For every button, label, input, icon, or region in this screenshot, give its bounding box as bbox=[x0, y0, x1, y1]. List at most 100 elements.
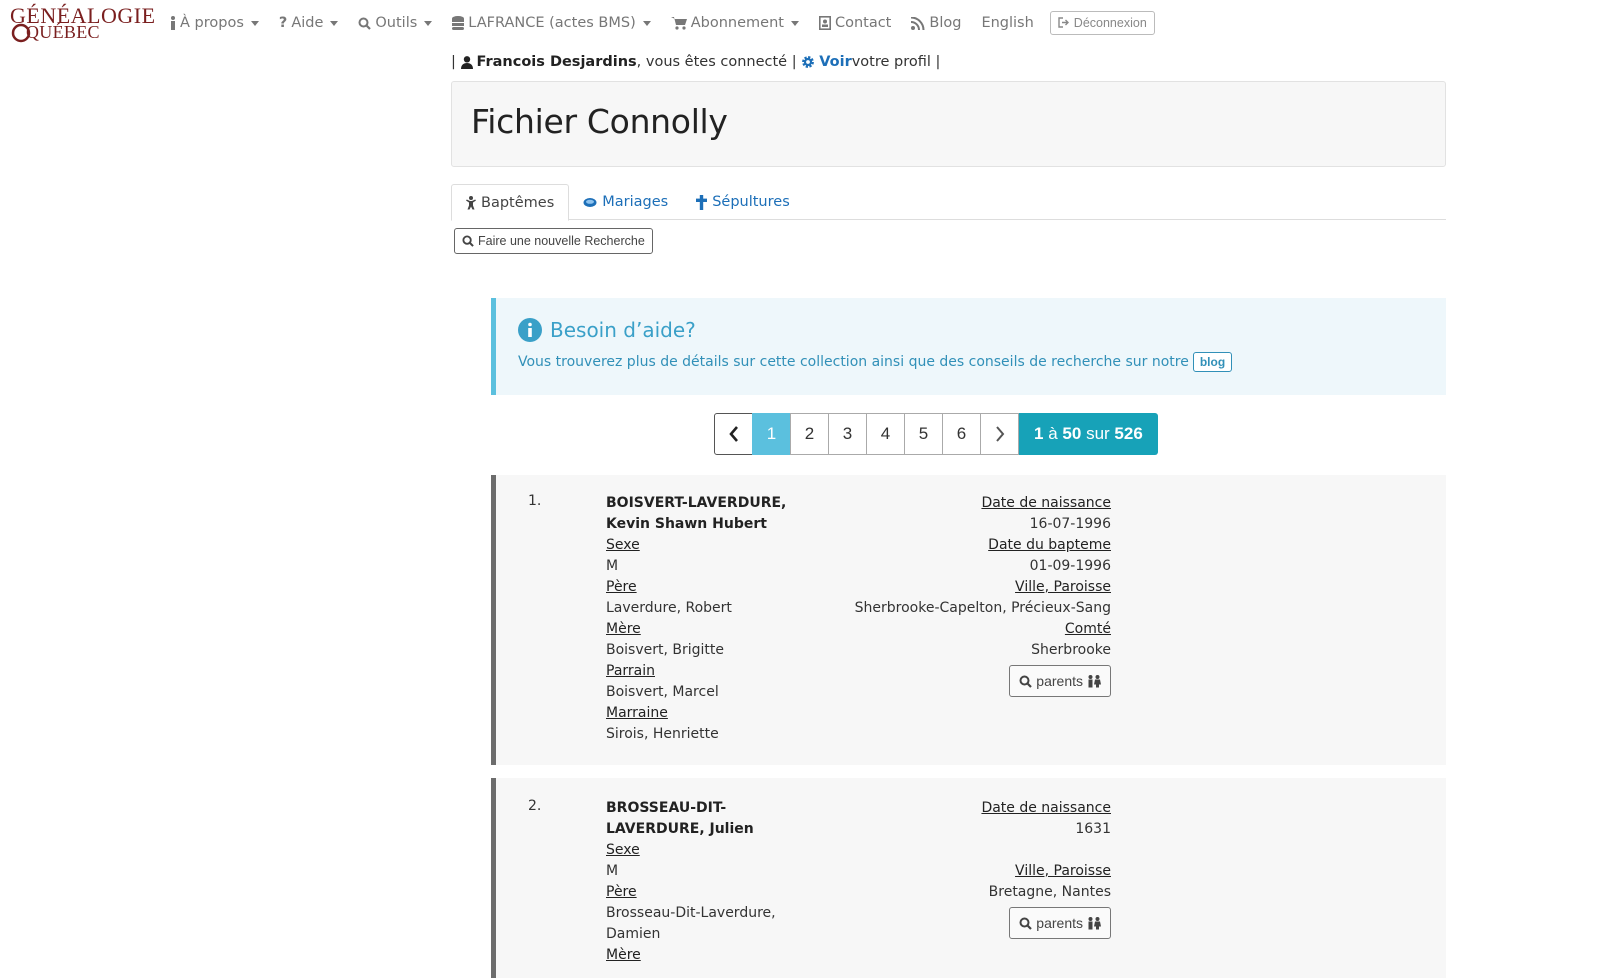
sexe-label: Sexe bbox=[606, 537, 640, 553]
comte-value: Sherbrooke bbox=[1031, 642, 1111, 658]
help-text: Vous trouverez plus de détails sur cette… bbox=[518, 352, 1233, 372]
caret-down-icon bbox=[250, 20, 259, 26]
view-profile-link[interactable]: Voir bbox=[819, 54, 852, 70]
nav-label: Contact bbox=[834, 15, 892, 31]
page-4-button[interactable]: 4 bbox=[866, 413, 905, 455]
logout-button[interactable]: Déconnexion bbox=[1049, 10, 1155, 35]
ring-icon bbox=[583, 197, 597, 207]
parrain-label: Parrain bbox=[606, 663, 655, 679]
naissance-value: 16-07-1996 bbox=[1029, 516, 1111, 532]
parents-search-button[interactable]: parents bbox=[1009, 907, 1111, 939]
ville-label: Ville, Paroisse bbox=[1015, 863, 1111, 879]
marraine-label: Marraine bbox=[606, 705, 668, 721]
search-icon bbox=[1019, 675, 1033, 688]
separator: | bbox=[451, 54, 461, 70]
contact-icon bbox=[818, 16, 831, 30]
gear-icon bbox=[802, 56, 815, 68]
parrain-value: Boisvert, Marcel bbox=[606, 684, 719, 700]
tab-mariages[interactable]: Mariages bbox=[569, 184, 682, 220]
record-right-column: Date de naissance 1631 Ville, Paroisse B… bbox=[836, 798, 1111, 939]
record-left-column: BROSSEAU-DIT-LAVERDURE, Julien Sexe M Pè… bbox=[606, 798, 821, 966]
profile-text: votre profil bbox=[851, 54, 931, 70]
family-icon bbox=[1088, 674, 1101, 687]
nav-label: LAFRANCE (actes BMS) bbox=[468, 15, 636, 31]
nav-english[interactable]: English bbox=[981, 15, 1033, 31]
record-left-column: BOISVERT-LAVERDURE, Kevin Shawn Hubert S… bbox=[606, 493, 821, 745]
record-card: 1. BOISVERT-LAVERDURE, Kevin Shawn Huber… bbox=[491, 475, 1446, 765]
tab-label: Sépultures bbox=[712, 194, 790, 210]
record-number: 1. bbox=[528, 493, 542, 509]
naissance-label: Date de naissance bbox=[981, 800, 1111, 816]
range-to: 50 bbox=[1062, 424, 1082, 443]
tab-label: Baptêmes bbox=[481, 194, 555, 211]
bapteme-label: Date du bapteme bbox=[988, 537, 1111, 553]
pere-value: Brosseau-Dit-Laverdure, Damien bbox=[606, 905, 776, 942]
nav-label: À propos bbox=[180, 15, 244, 31]
tab-sepultures[interactable]: Sépultures bbox=[682, 184, 804, 220]
record-card: 2. BROSSEAU-DIT-LAVERDURE, Julien Sexe M… bbox=[491, 778, 1446, 978]
record-number: 2. bbox=[528, 798, 542, 814]
record-name: BROSSEAU-DIT-LAVERDURE, Julien bbox=[606, 800, 754, 837]
cross-icon bbox=[696, 194, 708, 210]
nav-lafrance[interactable]: LAFRANCE (actes BMS) bbox=[452, 15, 651, 31]
nav-label: English bbox=[981, 15, 1034, 31]
record-right-column: Date de naissance 16-07-1996 Date du bap… bbox=[836, 493, 1111, 697]
nav-blog[interactable]: Blog bbox=[911, 15, 961, 31]
chevron-right-icon bbox=[995, 426, 1004, 442]
parents-label: parents bbox=[1036, 915, 1083, 931]
logout-label: Déconnexion bbox=[1073, 15, 1147, 30]
range-from: 1 bbox=[1034, 424, 1044, 443]
pere-label: Père bbox=[606, 884, 637, 900]
result-count: 1 à 50 sur 526 bbox=[1019, 413, 1158, 455]
caret-down-icon bbox=[790, 20, 799, 26]
sign-out-icon bbox=[1058, 17, 1069, 28]
site-logo[interactable]: GÉNÉALOGIE QUÉBEC bbox=[8, 0, 158, 46]
new-search-button[interactable]: Faire une nouvelle Recherche bbox=[454, 228, 653, 254]
help-alert: Besoin d’aide? Vous trouverez plus de dé… bbox=[491, 298, 1446, 395]
search-icon bbox=[358, 17, 372, 30]
nav-label: Aide bbox=[291, 15, 324, 31]
rss-icon bbox=[911, 16, 925, 30]
page-3-button[interactable]: 3 bbox=[828, 413, 867, 455]
blog-button[interactable]: blog bbox=[1192, 352, 1233, 372]
sexe-label: Sexe bbox=[606, 842, 640, 858]
mere-value: Boisvert, Brigitte bbox=[606, 642, 725, 658]
mere-label: Mère bbox=[606, 621, 641, 637]
nav-label: Abonnement bbox=[690, 15, 784, 31]
help-title-text: Besoin d’aide? bbox=[550, 318, 696, 342]
tab-baptemes[interactable]: Baptêmes bbox=[451, 184, 570, 221]
nav-contact[interactable]: Contact bbox=[818, 15, 892, 31]
tab-label: Mariages bbox=[602, 194, 669, 210]
chevron-left-icon bbox=[728, 426, 738, 442]
nav-abonnement[interactable]: Abonnement bbox=[670, 15, 799, 31]
page-1-button[interactable]: 1 bbox=[752, 413, 791, 455]
separator: | bbox=[930, 54, 941, 70]
page-title: Fichier Connolly bbox=[471, 102, 728, 141]
help-text-body: Vous trouverez plus de détails sur cette… bbox=[518, 354, 1189, 370]
naissance-label: Date de naissance bbox=[981, 495, 1111, 511]
nav-outils[interactable]: Outils bbox=[358, 15, 433, 31]
naissance-value: 1631 bbox=[1075, 821, 1111, 837]
page-6-button[interactable]: 6 bbox=[942, 413, 981, 455]
svg-text:QUÉBEC: QUÉBEC bbox=[26, 21, 100, 42]
nav-aide[interactable]: ? Aide bbox=[279, 15, 339, 31]
nav-label: Blog bbox=[929, 15, 962, 31]
page-5-button[interactable]: 5 bbox=[904, 413, 943, 455]
info-circle-icon bbox=[518, 318, 542, 342]
main-nav: À propos ? Aide Outils LAFRANCE (actes B… bbox=[170, 10, 1155, 35]
next-page-button[interactable] bbox=[980, 413, 1019, 455]
child-icon bbox=[466, 195, 476, 209]
connected-text: , vous êtes connecté bbox=[636, 54, 788, 70]
pere-value: Laverdure, Robert bbox=[606, 600, 732, 616]
ville-label: Ville, Paroisse bbox=[1015, 579, 1111, 595]
caret-down-icon bbox=[424, 20, 433, 26]
nav-a-propos[interactable]: À propos bbox=[170, 15, 259, 31]
parents-search-button[interactable]: parents bbox=[1009, 665, 1111, 697]
family-icon bbox=[1088, 916, 1101, 929]
prev-page-button[interactable] bbox=[714, 413, 753, 455]
range-sur: sur bbox=[1086, 424, 1110, 443]
page-2-button[interactable]: 2 bbox=[790, 413, 829, 455]
help-title: Besoin d’aide? bbox=[518, 318, 696, 342]
user-status: | Francois Desjardins , vous êtes connec… bbox=[451, 54, 940, 70]
cart-icon bbox=[670, 17, 687, 30]
